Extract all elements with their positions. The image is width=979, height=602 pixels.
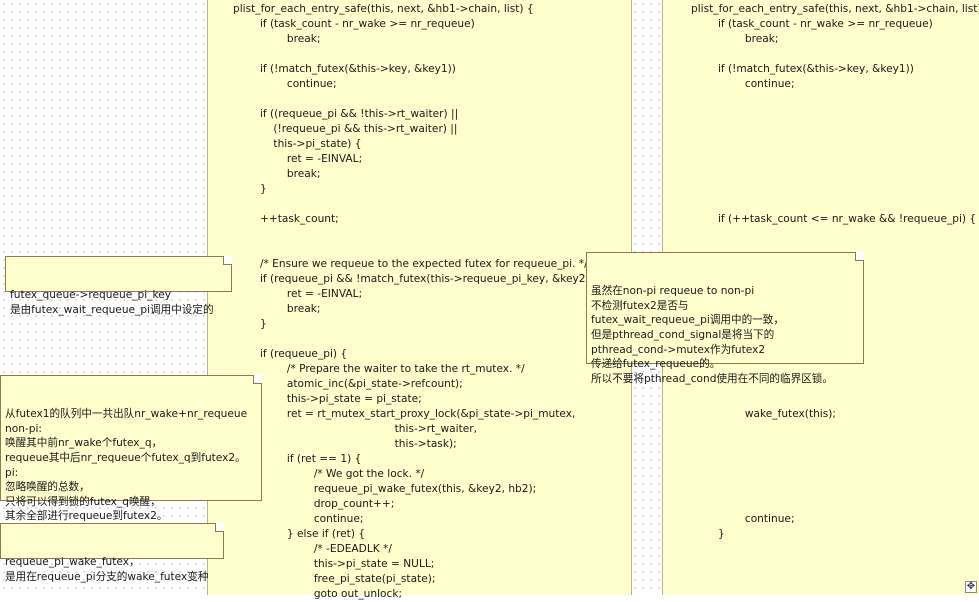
code-line: }	[691, 528, 725, 540]
code-line: if ((requeue_pi && !this->rt_waiter) ||	[233, 108, 459, 120]
code-line: ++task_count;	[233, 213, 339, 225]
code-line: }	[233, 318, 267, 330]
code-line: plist_for_each_entry_safe(this, next, &h…	[691, 3, 979, 15]
note-line: futex_queue->requeue_pi_key	[10, 289, 172, 302]
code-line: break;	[233, 168, 321, 180]
code-line: wake_futex(this);	[691, 408, 836, 420]
note-non-pi-requeue[interactable]: 虽然在non-pi requeue to non-pi 不检测futex2是否与 f…	[586, 252, 864, 385]
note-line: futex_wait_requeue_pi调用中的一致，	[591, 314, 784, 327]
code-line: atomic_inc(&pi_state->refcount);	[233, 378, 463, 390]
note-line: 是用在requeue_pi分支的wake_futex变种	[5, 570, 209, 583]
note-line: 但是pthread_cond_signal是将当下的	[591, 328, 775, 341]
code-line: requeue_pi_wake_futex(this, &key2, hb2);	[233, 483, 537, 495]
code-line: free_pi_state(pi_state);	[233, 573, 436, 585]
note-line: 其余全部进行requeue到futex2。	[5, 510, 168, 523]
code-line: /* Ensure we requeue to the expected fut…	[233, 258, 588, 270]
code-line: (!requeue_pi && this->rt_waiter) ||	[233, 123, 458, 135]
note-line: 唤醒其中前nr_wake个futex_q，	[5, 437, 163, 450]
code-line: if (!match_futex(&this->key, &key1))	[233, 63, 456, 75]
code-line: if (requeue_pi) {	[233, 348, 348, 360]
code-line: if (ret == 1) {	[233, 453, 362, 465]
code-line: this->pi_state = NULL;	[233, 558, 435, 570]
move-resize-icon[interactable]: ✥	[965, 581, 977, 593]
note-line: requeue_pi_wake_futex，	[5, 556, 140, 569]
note-requeue-pi-wake-futex[interactable]: requeue_pi_wake_futex， 是用在requeue_pi分支的wa…	[0, 523, 224, 583]
code-line: if (task_count - nr_wake >= nr_requeue)	[233, 18, 475, 30]
code-line: this->pi_state) {	[233, 138, 362, 150]
code-line: continue;	[691, 513, 795, 525]
note-line: 所以不要将pthread_cond使用在不同的临界区锁。	[591, 372, 833, 385]
code-line: ret = rt_mutex_start_proxy_lock(&pi_stat…	[233, 408, 576, 420]
code-line: if (!match_futex(&this->key, &key1))	[691, 63, 914, 75]
code-line: ret = -EINVAL;	[233, 288, 363, 300]
code-line: break;	[233, 303, 321, 315]
note-fold-corner	[215, 523, 224, 532]
code-line: this->task);	[233, 438, 457, 450]
note-fold-corner	[253, 375, 262, 384]
code-line: this->rt_waiter,	[233, 423, 477, 435]
code-line: break;	[691, 33, 779, 45]
note-line: pi:	[5, 466, 19, 479]
code-line: this->pi_state = pi_state;	[233, 393, 422, 405]
code-line: }	[233, 183, 267, 195]
note-line: requeue其中后nr_requeue个futex_q到futex2。	[5, 451, 246, 464]
note-line: 只将可以得到锁的futex_q唤醒，	[5, 495, 161, 508]
left-code-block: plist_for_each_entry_safe(this, next, &h…	[233, 2, 604, 602]
code-line: plist_for_each_entry_safe(this, next, &h…	[233, 3, 534, 15]
code-line: if (requeue_pi && !match_futex(this->req…	[233, 273, 604, 285]
note-line: 虽然在non-pi requeue to non-pi	[591, 285, 755, 298]
code-line: break;	[233, 33, 321, 45]
code-line: /* Prepare the waiter to take the rt_mut…	[233, 363, 525, 375]
code-line: /* -EDEADLK */	[233, 543, 392, 555]
code-line: continue;	[691, 78, 795, 90]
note-dequeue-count[interactable]: 从futex1的队列中一共出队nr_wake+nr_requeue non-pi:…	[0, 375, 262, 522]
note-line: pthread_cond->mutex作为futex2	[591, 343, 766, 356]
note-line: 从futex1的队列中一共出队nr_wake+nr_requeue	[5, 408, 248, 421]
left-code-pane[interactable]: plist_for_each_entry_safe(this, next, &h…	[207, 0, 632, 600]
code-line: drop_count++;	[233, 498, 395, 510]
note-fold-corner	[855, 252, 864, 261]
code-line: /* We got the lock. */	[233, 468, 425, 480]
code-line: if (++task_count <= nr_wake && !requeue_…	[691, 213, 977, 225]
note-line: non-pi:	[5, 422, 42, 435]
note-line: 是由futex_wait_requeue_pi调用中设定的	[10, 303, 214, 316]
code-line: if (task_count - nr_wake >= nr_requeue)	[691, 18, 933, 30]
note-fold-corner	[223, 256, 232, 265]
note-requeue-pi-key[interactable]: futex_queue->requeue_pi_key 是由futex_wait_…	[5, 256, 232, 316]
note-line: 不检测futex2是否与	[591, 299, 689, 312]
code-line: } else if (ret) {	[233, 528, 366, 540]
code-line: ret = -EINVAL;	[233, 153, 363, 165]
note-line: 传递给futex_requeue的。	[591, 358, 721, 371]
code-line: continue;	[233, 513, 364, 525]
note-line: 忽略唤醒的总数，	[5, 481, 90, 494]
code-line: continue;	[233, 78, 337, 90]
